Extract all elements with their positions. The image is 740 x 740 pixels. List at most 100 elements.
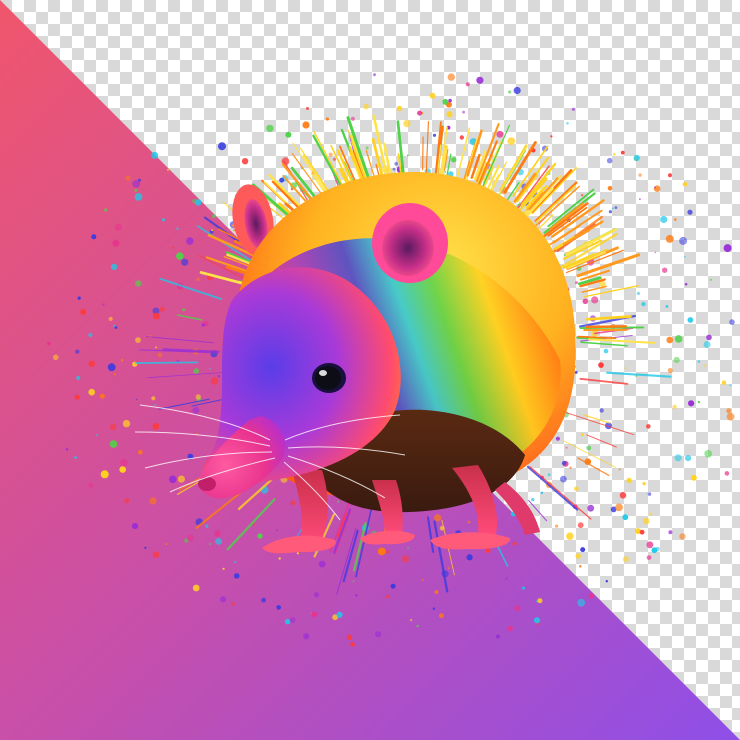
paint-dot — [646, 555, 652, 560]
paint-dot — [192, 584, 200, 592]
paint-dot — [605, 580, 608, 583]
paint-dot — [566, 532, 574, 540]
paint-dot — [152, 422, 160, 430]
paint-dot — [622, 514, 629, 521]
paint-dot — [417, 110, 423, 116]
paint-dot — [586, 445, 592, 451]
paint-dot — [724, 471, 730, 476]
paint-dot — [134, 188, 138, 192]
paint-dot — [396, 105, 403, 112]
paint-dot — [131, 523, 139, 530]
paint-dot — [507, 625, 513, 632]
bristle — [422, 136, 424, 171]
paint-dot — [52, 354, 59, 361]
paint-dot — [363, 103, 369, 110]
paint-dot — [421, 578, 424, 581]
paint-dot — [99, 393, 105, 399]
paint-dot — [201, 323, 205, 327]
paint-dot — [76, 375, 81, 380]
paint-dot — [212, 214, 216, 219]
paint-dot — [668, 173, 672, 178]
paint-dot — [205, 524, 209, 528]
paint-dot — [654, 186, 657, 189]
paint-dot — [337, 500, 340, 503]
paint-dot — [157, 352, 163, 358]
paint-dot — [124, 498, 130, 504]
paint-dot — [537, 598, 543, 604]
paint-dot — [697, 400, 701, 404]
paint-dot — [531, 497, 535, 502]
paint-dot — [687, 317, 694, 323]
paint-dot — [151, 396, 156, 401]
paint-dot — [575, 553, 581, 559]
paint-dot — [88, 482, 94, 488]
paint-dot — [649, 512, 653, 516]
paint-dot — [176, 252, 184, 260]
paint-dot — [194, 199, 202, 206]
paint-dot — [462, 110, 465, 114]
paint-dot — [108, 316, 113, 321]
paint-dot — [192, 406, 200, 414]
paint-dot — [276, 605, 282, 610]
paint-dot — [190, 409, 193, 412]
paint-dot — [533, 617, 541, 624]
paint-dot — [653, 185, 661, 192]
paint-dot — [113, 324, 116, 328]
paint-dot — [723, 244, 732, 253]
paint-dot — [220, 596, 227, 603]
paint-dot — [120, 359, 124, 362]
paint-dot — [569, 466, 572, 469]
paint-dot — [655, 546, 660, 551]
paint-dot — [679, 533, 686, 540]
paint-dot — [210, 377, 219, 385]
paint-dot — [432, 607, 436, 610]
paint-dot — [442, 98, 449, 105]
paint-dot — [561, 460, 567, 466]
paint-dot — [136, 398, 138, 401]
paint-dot — [296, 552, 299, 555]
paint-dot — [639, 198, 641, 201]
paint-dot — [155, 346, 158, 349]
paint-dot — [47, 341, 51, 346]
paint-dot — [668, 530, 673, 535]
paint-dot — [88, 388, 95, 396]
paint-dot — [447, 73, 455, 81]
paint-dot — [550, 135, 553, 138]
paint-dot — [709, 278, 713, 281]
paint-dot — [624, 367, 627, 369]
paint-dot — [459, 135, 464, 140]
paint-dot — [386, 550, 390, 554]
paint-dot — [217, 375, 220, 378]
paint-dot — [154, 403, 157, 407]
paint-dot — [112, 239, 120, 247]
paint-dot — [704, 449, 713, 458]
paint-dot — [75, 349, 80, 354]
paint-dot — [608, 210, 613, 214]
paint-dot — [540, 491, 544, 494]
image-canvas — [0, 0, 740, 740]
paint-dot — [352, 580, 355, 583]
paint-dot — [646, 424, 651, 429]
paint-dot — [726, 412, 735, 421]
paint-dot — [691, 474, 697, 481]
paint-dot — [508, 90, 512, 94]
paint-dot — [96, 434, 98, 437]
paint-dot — [325, 117, 329, 121]
paint-dot — [514, 605, 521, 612]
paint-dot — [619, 492, 627, 499]
paint-dot — [241, 158, 249, 165]
paint-dot — [674, 218, 677, 221]
paint-dot — [120, 458, 128, 467]
paint-dot — [521, 586, 526, 590]
paint-dot — [467, 520, 471, 524]
paint-dot — [729, 384, 732, 387]
paint-dot — [684, 282, 688, 286]
paint-dot — [172, 246, 175, 249]
paint-dot — [485, 548, 491, 553]
paint-dot — [403, 119, 411, 128]
paint-dot — [607, 186, 613, 191]
paint-dot — [279, 177, 285, 183]
paint-dot — [125, 175, 131, 181]
paint-dot — [152, 551, 160, 558]
paint-dot — [574, 370, 578, 374]
